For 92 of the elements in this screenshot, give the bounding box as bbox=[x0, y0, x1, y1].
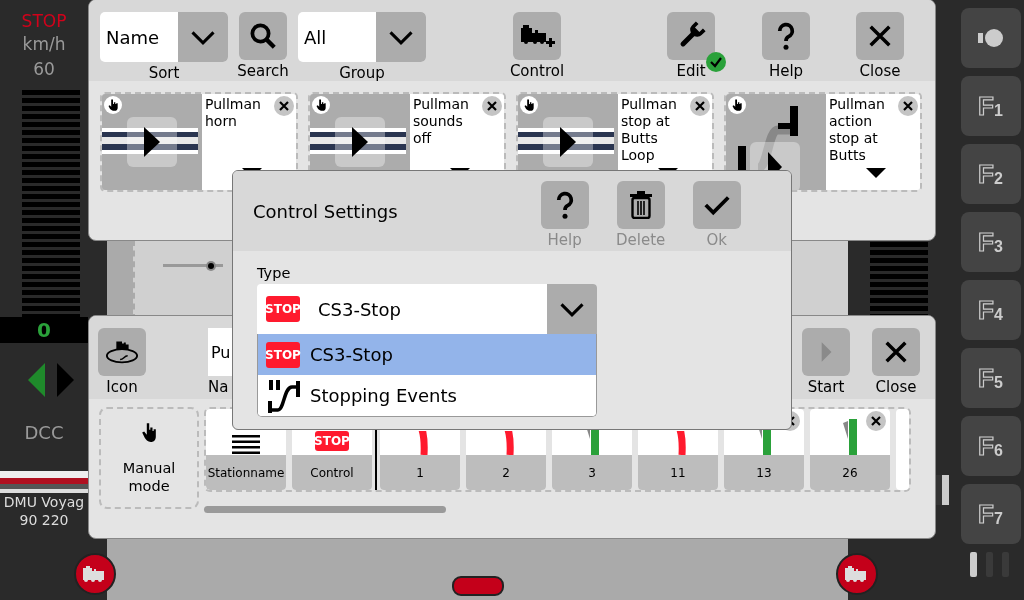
manual-mode-label: Manual mode bbox=[121, 459, 177, 495]
loco-name: DMU Voyag bbox=[2, 493, 86, 511]
edit-label: Edit bbox=[676, 62, 706, 80]
close-button[interactable] bbox=[872, 328, 920, 376]
remove-button[interactable] bbox=[274, 96, 294, 116]
headlight-icon bbox=[975, 26, 1006, 50]
column-label: 26 bbox=[810, 455, 890, 490]
ok-label: Ok bbox=[706, 231, 727, 249]
remove-button[interactable] bbox=[482, 96, 502, 116]
close-label: Close bbox=[859, 62, 901, 80]
stopping-events-icon bbox=[266, 378, 300, 413]
hand-pointer-icon bbox=[728, 96, 746, 114]
locomotive-plus-icon bbox=[519, 24, 555, 48]
help-button[interactable] bbox=[540, 181, 589, 229]
search-icon bbox=[248, 21, 278, 51]
type-label: Type bbox=[257, 265, 292, 281]
loco-number: 90 220 bbox=[18, 511, 70, 529]
play-button[interactable] bbox=[127, 117, 177, 167]
group-dropdown[interactable]: All bbox=[298, 12, 426, 62]
left-arrow-icon[interactable] bbox=[28, 363, 45, 397]
action-card[interactable]: Pullman horn bbox=[100, 92, 298, 192]
remove-button[interactable] bbox=[866, 411, 886, 431]
function-button[interactable]: F2 bbox=[960, 144, 1021, 204]
remove-button[interactable] bbox=[690, 96, 710, 116]
function-button[interactable]: F7 bbox=[960, 484, 1021, 544]
function-button[interactable]: F4 bbox=[960, 280, 1021, 340]
name-label: Na bbox=[208, 378, 229, 396]
control-button[interactable] bbox=[513, 12, 561, 60]
stop-sign-icon: STOP bbox=[315, 431, 349, 451]
locomotive-icon bbox=[83, 566, 107, 582]
control-label: Control bbox=[509, 62, 565, 80]
action-name: Pullman horn bbox=[205, 96, 262, 130]
speed-value: 0 bbox=[0, 317, 88, 343]
trash-icon bbox=[628, 191, 653, 219]
action-card[interactable]: Pullman action stop at Butts bbox=[724, 92, 922, 192]
action-name: Pullman stop at Butts Loop bbox=[621, 96, 678, 164]
column-label: 11 bbox=[638, 455, 718, 490]
help-button[interactable] bbox=[762, 12, 810, 60]
start-button[interactable] bbox=[802, 328, 850, 376]
help-label: Help bbox=[547, 231, 582, 249]
loco-button[interactable] bbox=[74, 553, 116, 595]
remove-button[interactable] bbox=[898, 96, 918, 116]
speed-unit: km/h bbox=[21, 33, 67, 56]
icon-button[interactable] bbox=[98, 328, 146, 376]
column-label: 13 bbox=[724, 455, 804, 490]
sort-dropdown[interactable]: Name bbox=[100, 12, 228, 62]
hand-pointer-icon bbox=[520, 96, 538, 114]
column-label: 3 bbox=[552, 455, 632, 490]
dialog-title: Control Settings bbox=[253, 201, 398, 222]
layout-column[interactable]: 26 bbox=[810, 409, 890, 490]
stop-status: STOP bbox=[20, 10, 68, 32]
delete-label: Delete bbox=[616, 231, 666, 249]
stop-sign-icon: STOP bbox=[266, 296, 300, 322]
play-button[interactable] bbox=[335, 117, 385, 167]
locomotive-icon bbox=[845, 566, 869, 582]
scrollbar[interactable] bbox=[204, 506, 446, 513]
column-label: 1 bbox=[380, 455, 460, 490]
column-label: Stationname bbox=[206, 455, 286, 490]
group-label: Group bbox=[339, 64, 385, 82]
ok-button[interactable] bbox=[692, 181, 741, 229]
action-name: Pullman action stop at Butts bbox=[829, 96, 886, 164]
column-label: 2 bbox=[466, 455, 546, 490]
function-button[interactable]: F3 bbox=[960, 212, 1021, 272]
action-name: Pullman sounds off bbox=[413, 96, 470, 147]
edit-button[interactable] bbox=[667, 12, 715, 60]
search-label: Search bbox=[237, 62, 289, 80]
close-button[interactable] bbox=[856, 12, 904, 60]
delete-button[interactable] bbox=[616, 181, 665, 229]
text-lines-icon bbox=[232, 435, 260, 455]
light-button[interactable] bbox=[960, 8, 1021, 68]
hand-pointer-icon bbox=[312, 96, 330, 114]
loco-button[interactable] bbox=[836, 553, 878, 595]
hand-pointer-icon bbox=[104, 96, 122, 114]
slider-line-icon bbox=[163, 260, 223, 272]
dropdown-triangle-icon[interactable] bbox=[866, 168, 886, 178]
type-dropdown[interactable]: STOP CS3-Stop bbox=[257, 284, 597, 334]
search-button[interactable] bbox=[239, 12, 287, 60]
function-button[interactable]: F5 bbox=[960, 348, 1021, 408]
play-button[interactable] bbox=[543, 117, 593, 167]
start-label: Start bbox=[807, 378, 845, 396]
close-label: Close bbox=[875, 378, 917, 396]
locomotive-oval-icon bbox=[105, 339, 139, 365]
function-button[interactable]: F1 bbox=[960, 76, 1021, 136]
protocol-label: DCC bbox=[23, 422, 65, 443]
max-speed: 60 bbox=[32, 58, 56, 81]
function-button[interactable]: F6 bbox=[960, 416, 1021, 476]
icon-label: Icon bbox=[106, 378, 138, 396]
sort-label: Sort bbox=[148, 64, 180, 82]
help-label: Help bbox=[768, 62, 804, 80]
stop-button[interactable] bbox=[451, 576, 504, 596]
column-label: Control bbox=[292, 455, 372, 490]
manual-mode-card[interactable]: Manual mode bbox=[99, 407, 199, 509]
